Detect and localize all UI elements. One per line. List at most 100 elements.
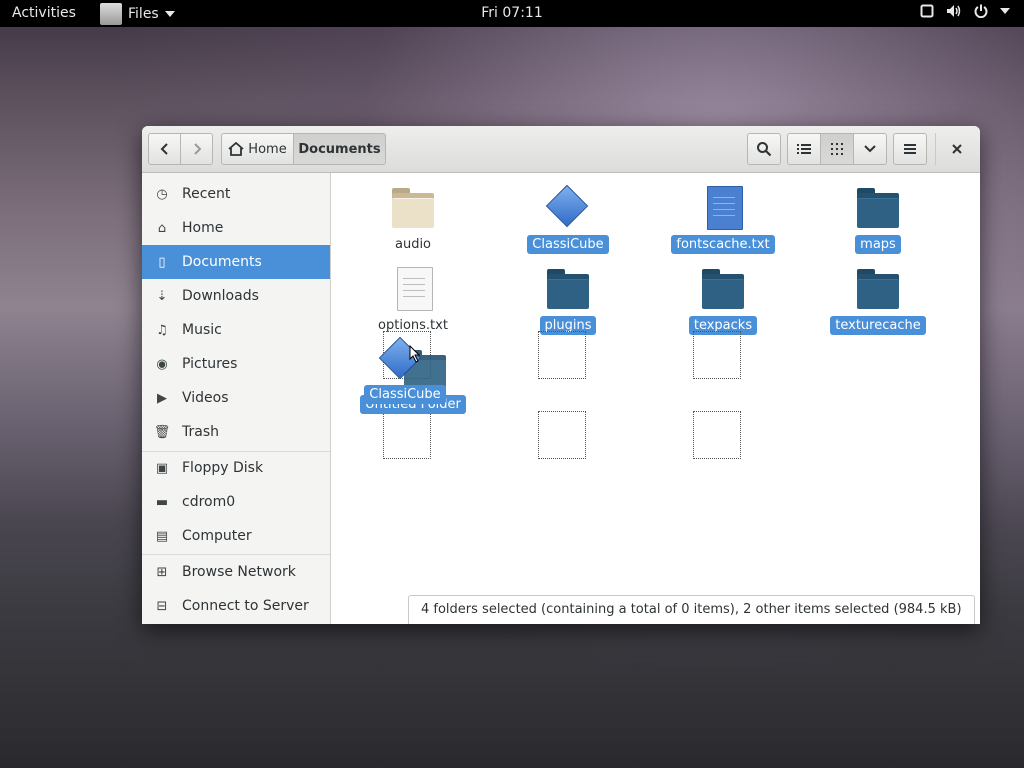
- file-name: texturecache: [830, 316, 926, 335]
- sidebar-item-home[interactable]: ⌂ Home: [142, 211, 330, 245]
- drag-cursor-icon: [409, 345, 421, 363]
- list-icon: [797, 144, 811, 154]
- file-item-options[interactable]: options.txt: [358, 264, 468, 335]
- breadcrumb-home-label: Home: [248, 141, 287, 157]
- sidebar-item-trash[interactable]: 🗑 Trash: [142, 415, 330, 449]
- folder-icon: [854, 183, 902, 231]
- list-view-button[interactable]: [787, 133, 821, 165]
- file-item-audio[interactable]: audio: [358, 183, 468, 254]
- sidebar-item-documents[interactable]: ▯ Documents: [142, 245, 330, 279]
- computer-icon: ▤: [155, 528, 169, 544]
- folder-icon: [699, 264, 747, 312]
- drop-placeholder: [693, 411, 741, 459]
- file-name: fontscache.txt: [671, 235, 775, 254]
- file-name: ClassiCube: [364, 385, 446, 404]
- file-item-classicube[interactable]: ClassiCube: [513, 183, 623, 254]
- file-name: ClassiCube: [527, 235, 609, 254]
- sidebar-item-label: Connect to Server: [182, 598, 309, 614]
- breadcrumb-documents-label: Documents: [298, 141, 381, 157]
- sidebar-item-label: cdrom0: [182, 494, 236, 510]
- sidebar-item-floppy-disk[interactable]: ▣ Floppy Disk: [142, 451, 330, 485]
- file-grid[interactable]: audio ClassiCube fontscache.txt maps opt…: [331, 173, 980, 624]
- folder-icon: [544, 264, 592, 312]
- dragged-item-classicube[interactable]: ClassiCube: [350, 335, 460, 404]
- file-item-plugins[interactable]: plugins: [513, 264, 623, 335]
- document-icon: ▯: [158, 254, 166, 270]
- sidebar-item-label: Floppy Disk: [182, 460, 264, 476]
- camera-icon: ◉: [156, 356, 168, 372]
- floppy-icon: ▣: [155, 460, 169, 476]
- sidebar-item-label: Music: [182, 322, 222, 338]
- sidebar-item-label: Documents: [182, 254, 262, 270]
- close-icon: [952, 144, 962, 154]
- sidebar-item-label: Trash: [182, 424, 219, 440]
- trash-icon: 🗑: [153, 424, 171, 440]
- home-icon: [228, 142, 244, 156]
- hamburger-icon: [904, 144, 916, 154]
- grid-view-button[interactable]: [820, 133, 854, 165]
- system-status-area[interactable]: [920, 4, 1010, 18]
- file-item-fontscache[interactable]: fontscache.txt: [668, 183, 778, 254]
- sidebar-item-label: Home: [182, 220, 224, 236]
- download-icon: ⇣: [156, 288, 168, 304]
- back-button[interactable]: [148, 133, 181, 165]
- files-window: Home Documents ◷ Recent ⌂ Home ▯ Documen…: [142, 126, 980, 624]
- text-file-icon: [699, 183, 747, 231]
- header-bar: Home Documents: [142, 126, 980, 173]
- volume-icon: [947, 5, 961, 17]
- power-icon: [974, 4, 988, 18]
- sidebar-item-pictures[interactable]: ◉ Pictures: [142, 347, 330, 381]
- activities-button[interactable]: Activities: [12, 5, 76, 21]
- sidebar-item-label: Recent: [182, 186, 231, 202]
- grid-icon: [831, 143, 843, 155]
- header-separator: [935, 133, 936, 165]
- file-name: audio: [394, 237, 432, 252]
- sidebar-item-recent[interactable]: ◷ Recent: [142, 177, 330, 211]
- sidebar-item-browse-network[interactable]: ⊞ Browse Network: [142, 555, 330, 589]
- search-icon: [757, 142, 772, 157]
- music-icon: ♫: [156, 322, 168, 338]
- sidebar-item-videos[interactable]: ▶ Videos: [142, 381, 330, 415]
- drop-placeholder: [538, 411, 586, 459]
- sidebar: ◷ Recent ⌂ Home ▯ Documents ⇣ Downloads …: [142, 173, 331, 624]
- clock[interactable]: Fri 07:11: [481, 5, 542, 21]
- clock-icon: ◷: [156, 186, 168, 202]
- app-menu[interactable]: Files: [100, 0, 175, 27]
- app-icon: [544, 183, 592, 231]
- network-icon: ⊞: [156, 564, 168, 580]
- breadcrumb-home[interactable]: Home: [221, 133, 294, 165]
- sidebar-item-computer[interactable]: ▤ Computer: [142, 519, 330, 553]
- top-bar: Activities Files Fri 07:11: [0, 0, 1024, 27]
- file-item-maps[interactable]: maps: [823, 183, 933, 254]
- drop-placeholder: [538, 331, 586, 379]
- file-item-texturecache[interactable]: texturecache: [823, 264, 933, 335]
- view-options-button[interactable]: [853, 133, 887, 165]
- sidebar-item-label: Videos: [182, 390, 229, 406]
- sidebar-item-music[interactable]: ♫ Music: [142, 313, 330, 347]
- chevron-down-icon: [864, 145, 876, 153]
- sidebar-item-label: Browse Network: [182, 564, 296, 580]
- chevron-down-icon: [164, 10, 175, 17]
- server-icon: ⊟: [156, 598, 168, 614]
- status-bar: 4 folders selected (containing a total o…: [408, 595, 975, 624]
- sidebar-item-cdrom0[interactable]: ▬ cdrom0: [142, 485, 330, 519]
- close-button[interactable]: [940, 133, 974, 165]
- sidebar-item-label: Computer: [182, 528, 252, 544]
- folder-icon: [854, 264, 902, 312]
- folder-icon: [389, 183, 437, 231]
- forward-button[interactable]: [180, 133, 213, 165]
- menu-button[interactable]: [893, 133, 927, 165]
- breadcrumb-documents[interactable]: Documents: [293, 133, 386, 165]
- chevron-right-icon: [193, 143, 201, 155]
- files-app-icon: [100, 2, 122, 25]
- drop-placeholder: [383, 411, 431, 459]
- drop-placeholder: [693, 331, 741, 379]
- chevron-down-icon: [1000, 8, 1010, 14]
- home-icon: ⌂: [157, 220, 167, 236]
- sidebar-item-label: Downloads: [182, 288, 259, 304]
- sidebar-item-connect-to-server[interactable]: ⊟ Connect to Server: [142, 589, 330, 623]
- file-item-texpacks[interactable]: texpacks: [668, 264, 778, 335]
- video-icon: ▶: [157, 390, 167, 406]
- search-button[interactable]: [747, 133, 781, 165]
- sidebar-item-downloads[interactable]: ⇣ Downloads: [142, 279, 330, 313]
